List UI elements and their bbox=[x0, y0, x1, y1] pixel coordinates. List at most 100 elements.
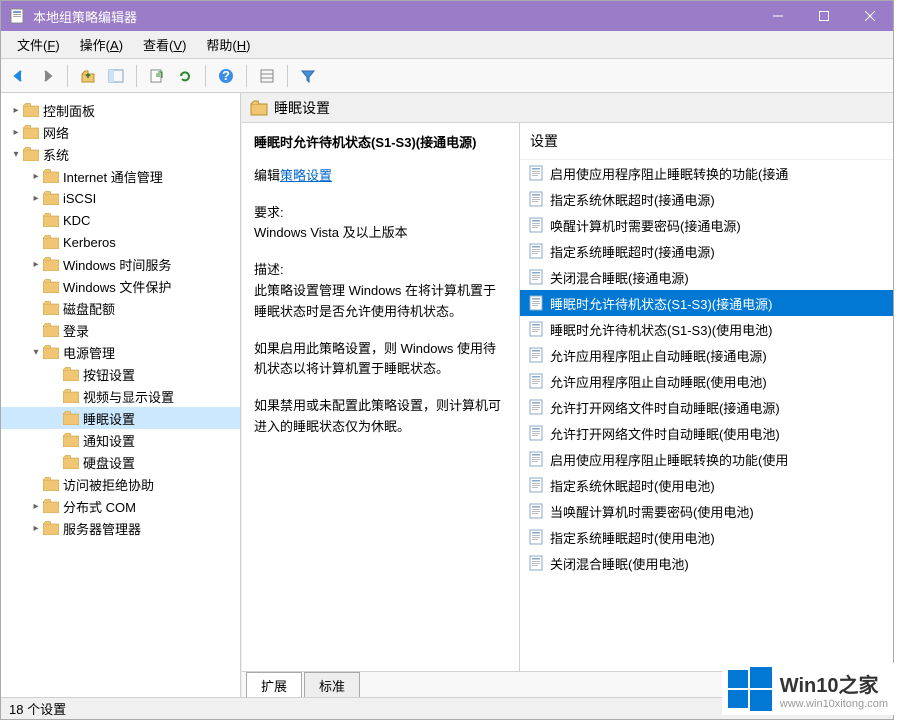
list-item[interactable]: 允许应用程序阻止自动睡眠(接通电源) bbox=[520, 342, 893, 368]
list-item-label: 关闭混合睡眠(使用电池) bbox=[550, 554, 689, 573]
tree-node[interactable]: ▸ 控制面板 bbox=[1, 99, 240, 121]
list-item[interactable]: 指定系统睡眠超时(使用电池) bbox=[520, 524, 893, 550]
maximize-button[interactable] bbox=[801, 1, 847, 31]
tree-node[interactable]: ▾ 系统 bbox=[1, 143, 240, 165]
tree-node[interactable]: ▸网络 bbox=[1, 121, 240, 143]
list-column-header[interactable]: 设置 bbox=[520, 123, 893, 160]
list-item[interactable]: 允许应用程序阻止自动睡眠(使用电池) bbox=[520, 368, 893, 394]
back-button[interactable] bbox=[7, 64, 31, 88]
tree-caret-icon[interactable]: ▾ bbox=[9, 149, 23, 160]
list-item-label: 指定系统睡眠超时(接通电源) bbox=[550, 242, 715, 261]
tree-node[interactable]: ▸硬盘设置 bbox=[1, 451, 240, 473]
up-button[interactable] bbox=[76, 64, 100, 88]
refresh-button[interactable] bbox=[173, 64, 197, 88]
menu-view[interactable]: 查看(V) bbox=[133, 31, 196, 58]
tree-node-label: iSCSI bbox=[63, 191, 96, 206]
tree-node-label: 睡眠设置 bbox=[83, 409, 135, 428]
list-item-label: 指定系统休眠超时(使用电池) bbox=[550, 476, 715, 495]
forward-button[interactable] bbox=[35, 64, 59, 88]
minimize-button[interactable] bbox=[755, 1, 801, 31]
tree-node[interactable]: ▾ 电源管理 bbox=[1, 341, 240, 363]
tree-node[interactable]: ▸Internet 通信管理 bbox=[1, 165, 240, 187]
detail-pane: 睡眠时允许待机状态(S1-S3)(接通电源) 编辑策略设置 要求: Window… bbox=[242, 123, 520, 671]
tree-node[interactable]: ▸ 分布式 COM bbox=[1, 495, 240, 517]
tree-node[interactable]: ▸Windows 文件保护 bbox=[1, 275, 240, 297]
list-item-label: 指定系统休眠超时(接通电源) bbox=[550, 190, 715, 209]
tree-node-label: 视频与显示设置 bbox=[83, 387, 174, 406]
tree-node[interactable]: ▸ iSCSI bbox=[1, 187, 240, 209]
list-item-label: 允许应用程序阻止自动睡眠(使用电池) bbox=[550, 372, 767, 391]
help-button[interactable]: ? bbox=[214, 64, 238, 88]
tree-caret-icon[interactable]: ▸ bbox=[29, 501, 43, 512]
tree-node-label: KDC bbox=[63, 213, 90, 228]
list-item[interactable]: 指定系统睡眠超时(接通电源) bbox=[520, 238, 893, 264]
menu-file[interactable]: 文件(F) bbox=[7, 31, 70, 58]
requirements-label: 要求: bbox=[254, 203, 507, 224]
tree-node[interactable]: ▸KDC bbox=[1, 209, 240, 231]
list-item[interactable]: 唤醒计算机时需要密码(接通电源) bbox=[520, 212, 893, 238]
tree-node-label: 控制面板 bbox=[43, 101, 95, 120]
list-item[interactable]: 关闭混合睡眠(接通电源) bbox=[520, 264, 893, 290]
list-item[interactable]: 允许打开网络文件时自动睡眠(接通电源) bbox=[520, 394, 893, 420]
tree-node[interactable]: ▸访问被拒绝协助 bbox=[1, 473, 240, 495]
tree-node[interactable]: ▸磁盘配额 bbox=[1, 297, 240, 319]
toolbar: ? bbox=[1, 59, 893, 93]
list-item[interactable]: 睡眠时允许待机状态(S1-S3)(接通电源) bbox=[520, 290, 893, 316]
windows-logo-icon bbox=[728, 667, 772, 711]
tree-caret-icon[interactable]: ▸ bbox=[29, 523, 43, 534]
tree-caret-icon[interactable]: ▸ bbox=[29, 259, 43, 270]
tree-node-label: 硬盘设置 bbox=[83, 453, 135, 472]
properties-button[interactable] bbox=[255, 64, 279, 88]
list-item[interactable]: 关闭混合睡眠(使用电池) bbox=[520, 550, 893, 576]
toolbar-separator bbox=[205, 65, 206, 87]
tab-extended[interactable]: 扩展 bbox=[246, 672, 302, 697]
nav-tree[interactable]: ▸控制面板▸网络▾系统▸Internet 通信管理▸iSCSI▸KDC▸Kerb… bbox=[1, 93, 241, 697]
tree-node-label: Windows 时间服务 bbox=[63, 255, 171, 274]
watermark-text: Win10之家 bbox=[780, 669, 888, 698]
list-item[interactable]: 启用使应用程序阻止睡眠转换的功能(接通 bbox=[520, 160, 893, 186]
list-item[interactable]: 睡眠时允许待机状态(S1-S3)(使用电池) bbox=[520, 316, 893, 342]
close-button[interactable] bbox=[847, 1, 893, 31]
tree-caret-icon[interactable]: ▾ bbox=[29, 347, 43, 358]
watermark-url: www.win10xitong.com bbox=[780, 698, 888, 710]
menu-help[interactable]: 帮助(H) bbox=[196, 31, 260, 58]
show-hide-tree-button[interactable] bbox=[104, 64, 128, 88]
tree-node[interactable]: ▸ Windows 时间服务 bbox=[1, 253, 240, 275]
list-item[interactable]: 指定系统休眠超时(使用电池) bbox=[520, 472, 893, 498]
tree-node[interactable]: ▸服务器管理器 bbox=[1, 517, 240, 539]
tree-node[interactable]: ▸视频与显示设置 bbox=[1, 385, 240, 407]
edit-policy-link[interactable]: 策略设置 bbox=[280, 168, 332, 183]
tab-standard[interactable]: 标准 bbox=[304, 672, 360, 697]
tree-node[interactable]: ▸登录 bbox=[1, 319, 240, 341]
tree-node-label: 系统 bbox=[43, 145, 69, 164]
titlebar[interactable]: 本地组策略编辑器 bbox=[1, 1, 893, 31]
settings-list-pane: 设置 启用使应用程序阻止睡眠转换的功能(接通指定系统休眠超时(接通电源) 唤醒计算… bbox=[520, 123, 893, 671]
app-icon bbox=[9, 8, 25, 24]
list-item[interactable]: 允许打开网络文件时自动睡眠(使用电池) bbox=[520, 420, 893, 446]
list-item-label: 允许打开网络文件时自动睡眠(使用电池) bbox=[550, 424, 780, 443]
tree-node[interactable]: ▸按钮设置 bbox=[1, 363, 240, 385]
tree-caret-icon[interactable]: ▸ bbox=[9, 127, 23, 138]
tree-node-label: 分布式 COM bbox=[63, 497, 136, 516]
tree-node-label: 访问被拒绝协助 bbox=[63, 475, 154, 494]
tree-caret-icon[interactable]: ▸ bbox=[9, 105, 23, 116]
tree-node[interactable]: ▸Kerberos bbox=[1, 231, 240, 253]
tree-node-label: 电源管理 bbox=[63, 343, 115, 362]
list-item[interactable]: 当唤醒计算机时需要密码(使用电池) bbox=[520, 498, 893, 524]
edit-label: 编辑 bbox=[254, 168, 280, 183]
list-item[interactable]: 启用使应用程序阻止睡眠转换的功能(使用 bbox=[520, 446, 893, 472]
tree-caret-icon[interactable]: ▸ bbox=[29, 171, 43, 182]
list-item-label: 启用使应用程序阻止睡眠转换的功能(接通 bbox=[550, 164, 788, 183]
folder-icon bbox=[250, 100, 268, 116]
filter-button[interactable] bbox=[296, 64, 320, 88]
tree-node-label: 磁盘配额 bbox=[63, 299, 115, 318]
toolbar-separator bbox=[287, 65, 288, 87]
description-text: 如果启用此策略设置，则 Windows 使用待机状态以将计算机置于睡眠状态。 bbox=[254, 339, 507, 381]
tree-node[interactable]: ▸睡眠设置 bbox=[1, 407, 240, 429]
list-item-label: 指定系统睡眠超时(使用电池) bbox=[550, 528, 715, 547]
export-button[interactable] bbox=[145, 64, 169, 88]
list-item[interactable]: 指定系统休眠超时(接通电源) bbox=[520, 186, 893, 212]
menu-action[interactable]: 操作(A) bbox=[70, 31, 133, 58]
tree-caret-icon[interactable]: ▸ bbox=[29, 193, 43, 204]
tree-node[interactable]: ▸通知设置 bbox=[1, 429, 240, 451]
